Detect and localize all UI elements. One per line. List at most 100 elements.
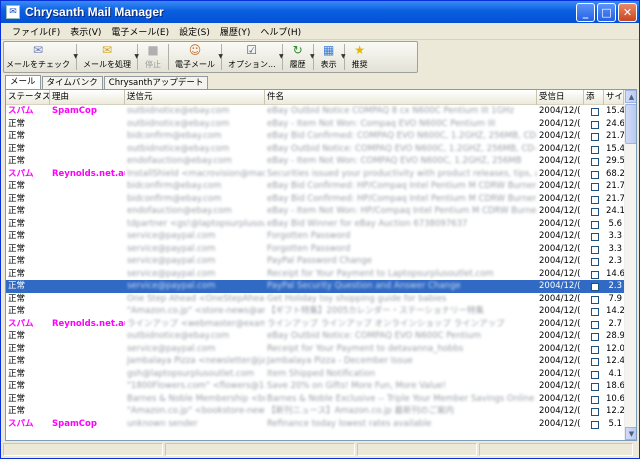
column-reason[interactable]: 理由 xyxy=(50,90,125,105)
table-row[interactable]: 正常 service@paypal.com Receipt for Your Pay… xyxy=(6,343,624,356)
status-cell: 正常 xyxy=(8,118,26,129)
vertical-scrollbar[interactable]: ▲ ▼ xyxy=(624,90,636,440)
table-row[interactable]: 正常 Jambalaya Pizza <newsletter@jambalaya.… xyxy=(6,355,624,368)
column-date[interactable]: 受信日 xyxy=(537,90,584,105)
table-row[interactable]: 正常 endofauction@ebay.com eBay - Item Not W… xyxy=(6,205,624,218)
chevron-down-icon[interactable]: ▼ xyxy=(279,53,284,60)
date-cell: 2004/12/( xyxy=(539,256,581,267)
menu-item[interactable]: 電子メール(E) xyxy=(106,25,174,38)
attachment-checkbox[interactable] xyxy=(591,333,599,342)
title-bar[interactable]: ✉ Chrysanth Mail Manager _ □ ✕ xyxy=(1,1,639,23)
attachment-checkbox[interactable] xyxy=(591,258,599,267)
table-row[interactable]: 正常 bidconfirm@ebay.com eBay Bid Confirmed:… xyxy=(6,130,624,143)
attachment-checkbox[interactable] xyxy=(591,295,599,304)
table-row[interactable]: 正常 outbidnotice@ebay.com eBay Outbid Notic… xyxy=(6,330,624,343)
chevron-down-icon[interactable]: ▼ xyxy=(310,53,315,60)
attachment-checkbox[interactable] xyxy=(591,308,599,317)
attachment-checkbox[interactable] xyxy=(591,370,599,379)
table-row[interactable]: 正常 "Amazon.co.jp" <bookstore-news@amazon.… xyxy=(6,405,624,418)
sender-cell: endofauction@ebay.com xyxy=(127,206,232,217)
table-row[interactable]: 正常 One Step Ahead <OneStepAhead@onestepah… xyxy=(6,293,624,306)
attachment-checkbox[interactable] xyxy=(591,408,599,417)
table-row[interactable]: 正常 service@paypal.com Forgotten Password 20… xyxy=(6,230,624,243)
table-row[interactable]: 正常 Barnes & Noble Membership <bn@bn.com>B… xyxy=(6,393,624,406)
toolbar-button-history[interactable]: ↻ 履歴 ▼ xyxy=(287,42,315,72)
tab-1[interactable]: タイムバンク xyxy=(41,76,103,89)
attachment-checkbox[interactable] xyxy=(591,183,599,192)
menu-item[interactable]: 設定(S) xyxy=(174,25,215,38)
status-cell: 正常 xyxy=(8,368,26,379)
size-cell: 7.9 xyxy=(608,293,622,304)
table-row[interactable]: 正常 gsh@laptopsurplusoutlet.com Item Shippe… xyxy=(6,368,624,381)
chevron-down-icon[interactable]: ▼ xyxy=(341,53,346,60)
attachment-checkbox[interactable] xyxy=(591,320,599,329)
minimize-button[interactable]: _ xyxy=(576,2,595,22)
toolbar-button-process-mail[interactable]: ✉ メールを処理 ▼ xyxy=(81,42,139,72)
column-sender[interactable]: 送信元 xyxy=(125,90,265,105)
attachment-checkbox[interactable] xyxy=(591,133,599,142)
table-row[interactable]: 正常 outbidnotice@ebay.com eBay - Item Not W… xyxy=(6,118,624,131)
attachment-checkbox[interactable] xyxy=(591,220,599,229)
attachment-checkbox[interactable] xyxy=(591,395,599,404)
menu-item[interactable]: 履歴(Y) xyxy=(215,25,256,38)
menu-item[interactable]: ファイル(F) xyxy=(7,25,65,38)
table-row[interactable]: 正常 tdpartner <gs!@laptopsurplusoutlet.com… xyxy=(6,218,624,231)
scroll-thumb[interactable] xyxy=(625,104,636,144)
close-button[interactable]: ✕ xyxy=(618,2,637,22)
attachment-checkbox[interactable] xyxy=(591,345,599,354)
attachment-checkbox[interactable] xyxy=(591,120,599,129)
table-row[interactable]: スパム Reynolds.net.auラインアップ <webmaster@exam… xyxy=(6,318,624,331)
attachment-checkbox[interactable] xyxy=(591,245,599,254)
toolbar-button-email-user[interactable]: ☺ 電子メール ▼ xyxy=(173,42,223,72)
tab-2[interactable]: Chrysanthアップデート xyxy=(103,76,209,89)
column-subject[interactable]: 件名 xyxy=(265,90,537,105)
table-row[interactable]: 正常 service@paypal.com Forgotten Password 20… xyxy=(6,243,624,256)
table-row[interactable]: 正常 "Amazon.co.jp" <store-news@amazon.co.j… xyxy=(6,305,624,318)
scroll-down-button[interactable]: ▼ xyxy=(625,427,636,440)
menu-item[interactable]: 表示(V) xyxy=(65,25,106,38)
attachment-checkbox[interactable] xyxy=(591,420,599,429)
table-row[interactable]: 正常 "1800Flowers.com" <flowers@1800flowers… xyxy=(6,380,624,393)
attachment-checkbox[interactable] xyxy=(591,145,599,154)
sender-cell: outbidnotice@ebay.com xyxy=(127,331,230,342)
tab-0[interactable]: メール xyxy=(5,75,41,89)
table-row[interactable]: 正常 service@paypal.com Receipt for Your Pay… xyxy=(6,268,624,281)
chevron-down-icon[interactable]: ▼ xyxy=(218,53,223,60)
table-row[interactable]: 正常 bidconfirm@ebay.com eBay Bid Confirmed:… xyxy=(6,180,624,193)
column-size[interactable]: サイズ xyxy=(604,90,624,105)
sender-cell: "Amazon.co.jp" <store-news@amazon.co.jp> xyxy=(127,306,265,317)
table-row[interactable]: 正常 service@paypal.com PayPal Password Chan… xyxy=(6,255,624,268)
toolbar-button-star[interactable]: ★ 推奨 xyxy=(349,42,371,72)
toolbar-button-options[interactable]: ☑ オプション... ▼ xyxy=(226,42,284,72)
table-row[interactable]: 正常 endofauction@ebay.com eBay - Item Not W… xyxy=(6,155,624,168)
attachment-checkbox[interactable] xyxy=(591,270,599,279)
table-row[interactable]: 正常 outbidnotice@ebay.com eBay Outbid Notic… xyxy=(6,143,624,156)
toolbar-button-check-mail[interactable]: ✉ メールをチェック ▼ xyxy=(4,42,78,72)
table-row[interactable]: スパム Reynolds.net.au InstallShield <macrovi… xyxy=(6,168,624,181)
attachment-checkbox[interactable] xyxy=(591,358,599,367)
attachment-checkbox[interactable] xyxy=(591,383,599,392)
column-status[interactable]: ステータス xyxy=(6,90,50,105)
toolbar-separator xyxy=(168,44,169,70)
chevron-down-icon[interactable]: ▼ xyxy=(73,53,78,60)
table-row[interactable]: 正常 bidconfirm@ebay.com eBay Bid Confirmed:… xyxy=(6,193,624,206)
attachment-checkbox[interactable] xyxy=(591,108,599,117)
attachment-checkbox[interactable] xyxy=(591,208,599,217)
menu-item[interactable]: ヘルプ(H) xyxy=(255,25,306,38)
toolbar-button-stop[interactable]: ■ 停止 xyxy=(142,42,164,72)
chevron-down-icon[interactable]: ▼ xyxy=(134,53,139,60)
scroll-up-button[interactable]: ▲ xyxy=(625,90,636,103)
attachment-checkbox[interactable] xyxy=(591,195,599,204)
attachment-checkbox[interactable] xyxy=(591,283,599,292)
table-row[interactable]: スパム SpamCop unknown sender Refinance today … xyxy=(6,418,624,431)
attachment-checkbox[interactable] xyxy=(591,233,599,242)
column-attachment[interactable]: 添 xyxy=(584,90,604,105)
sender-cell: outbidnotice@ebay.com xyxy=(127,143,230,154)
maximize-button[interactable]: □ xyxy=(597,2,616,22)
toolbar-button-view[interactable]: ▦ 表示 ▼ xyxy=(318,42,346,72)
table-row[interactable]: 正常 service@paypal.com PayPal Security Ques… xyxy=(6,280,624,293)
table-row[interactable]: スパム SpamCop outbidnotice@ebay.com eBay Outb… xyxy=(6,105,624,118)
attachment-cell xyxy=(584,394,604,404)
attachment-checkbox[interactable] xyxy=(591,158,599,167)
attachment-checkbox[interactable] xyxy=(591,170,599,179)
